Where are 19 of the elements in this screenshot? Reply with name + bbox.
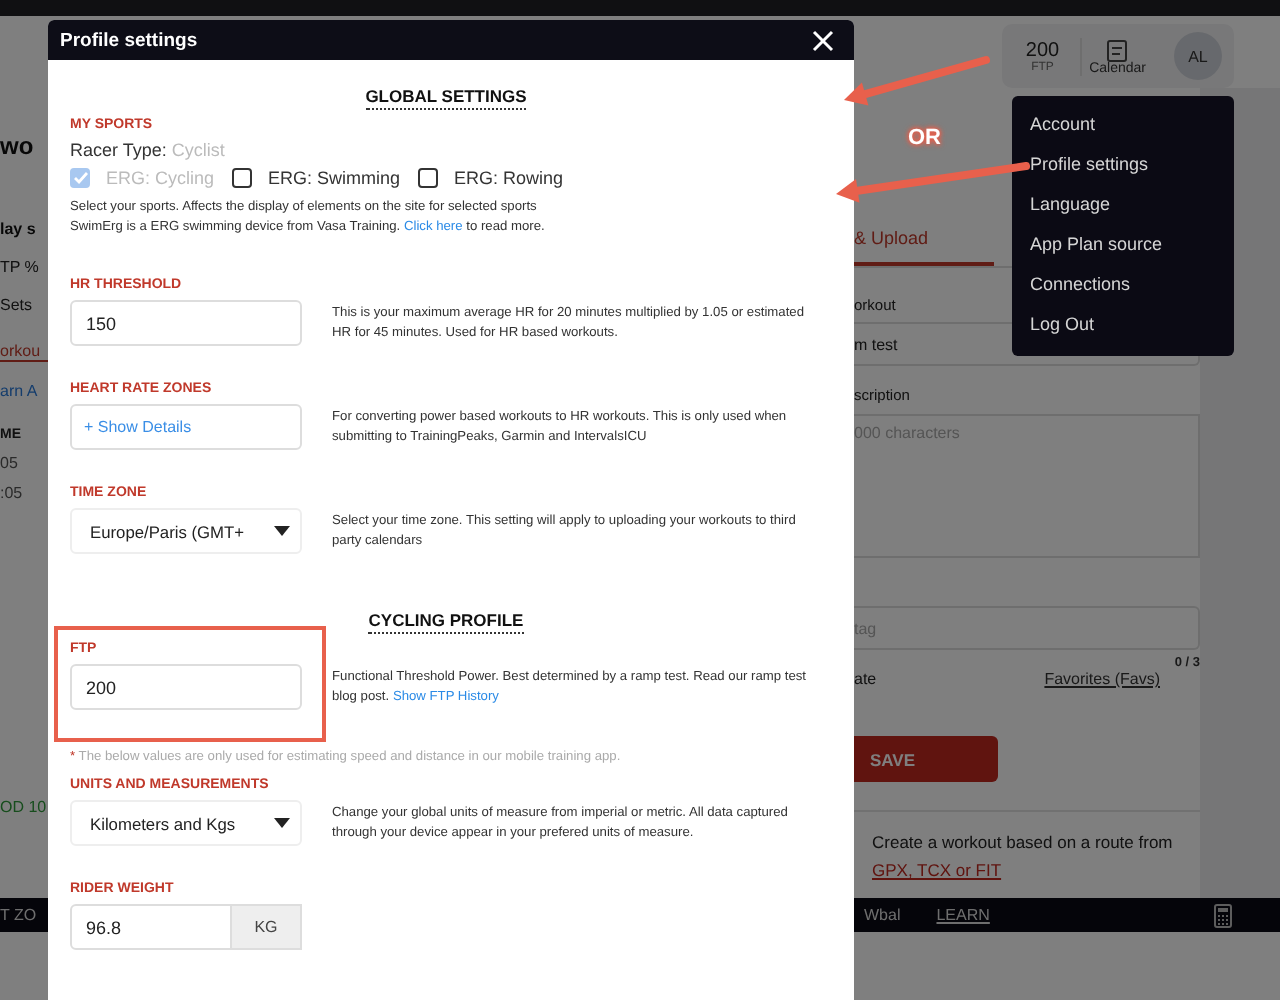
route-text: Create a workout based on a route from GPX, TCX or FIT (872, 830, 1175, 884)
section-heading: GLOBAL SETTINGS (365, 86, 527, 110)
page-text-fragment: :05 (0, 484, 25, 502)
page-text-fragment: arn A (0, 382, 40, 400)
field-label: ate (854, 670, 877, 688)
racer-type: Racer Type: Cyclist (70, 140, 227, 160)
bar-label: Wbal (864, 906, 901, 924)
unit-addon: KG (232, 904, 302, 950)
page-text-fragment: wo (0, 132, 36, 160)
page-text-fragment: Sets (0, 296, 35, 314)
modal-title: Profile settings (60, 29, 198, 51)
or-annotation: OR (908, 126, 941, 150)
page-text-fragment: lay s (0, 220, 38, 238)
page-text-fragment: 05 (0, 454, 20, 472)
bar-text-fragment: T ZO (0, 906, 39, 924)
page-text-fragment: TP % (0, 258, 41, 276)
page-text-fragment: OD 10 (0, 798, 48, 816)
ftp-value: 200 (1025, 39, 1060, 61)
section-heading: CYCLING PROFILE (368, 610, 524, 634)
